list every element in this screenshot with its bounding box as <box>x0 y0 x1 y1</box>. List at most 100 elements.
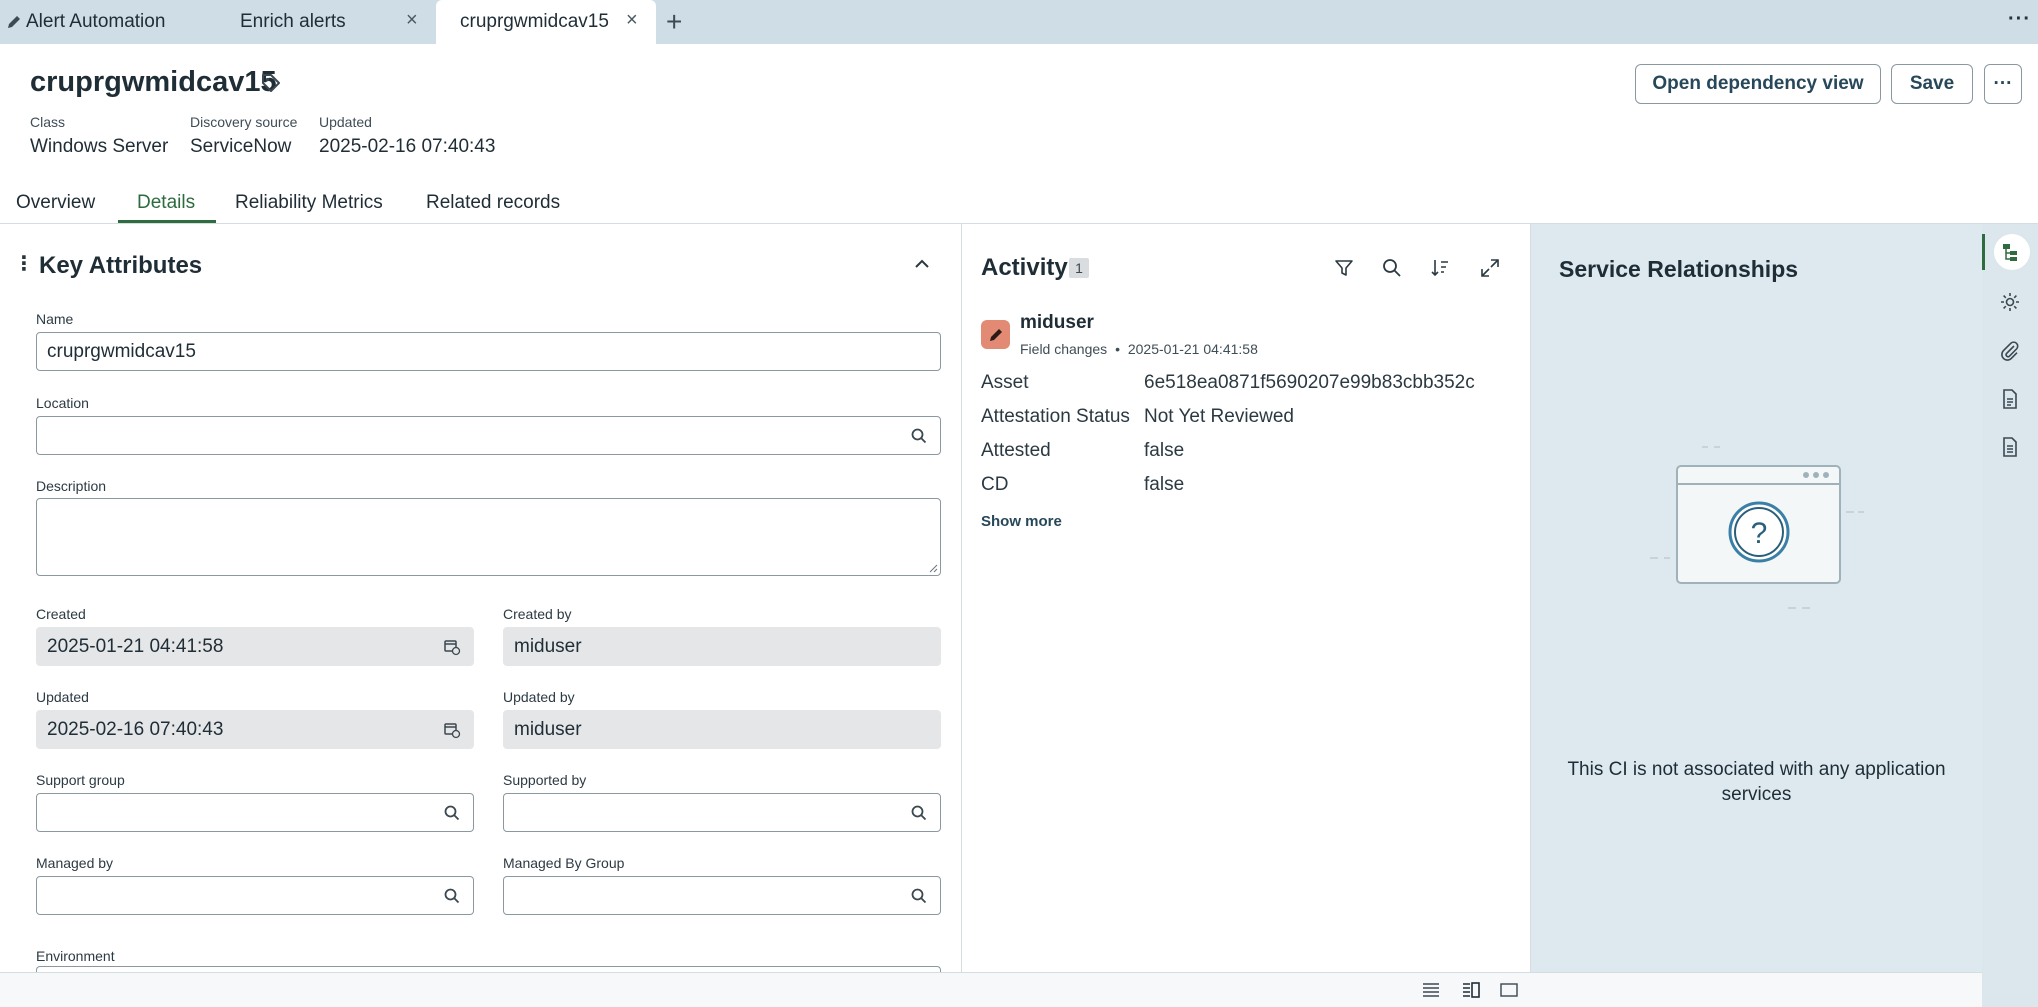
separator: • <box>1115 341 1120 357</box>
tab-label: Alert Automation <box>26 11 166 32</box>
updated-by-field: miduser <box>503 710 941 749</box>
tag-icon[interactable] <box>260 72 282 94</box>
close-icon[interactable]: × <box>406 9 418 32</box>
gear-icon[interactable] <box>1998 290 2022 314</box>
list-view-icon[interactable] <box>1421 982 1441 998</box>
location-field[interactable] <box>36 416 941 455</box>
question-mark-icon: ? <box>1751 517 1768 550</box>
hierarchy-icon[interactable] <box>1998 240 2022 264</box>
managed-by-label: Managed by <box>36 855 114 871</box>
footer-bar <box>0 972 1982 1007</box>
active-rail-indicator <box>1982 234 1985 270</box>
support-group-field[interactable] <box>36 793 474 832</box>
key-attributes-title: Key Attributes <box>39 252 203 279</box>
created-label: Created <box>36 606 86 622</box>
managed-by-group-field[interactable] <box>503 876 941 915</box>
empty-state-message: This CI is not associated with any appli… <box>1567 759 1946 805</box>
search-icon[interactable] <box>443 887 461 905</box>
updated-label: Updated <box>36 689 89 705</box>
tab-reliability-metrics[interactable]: Reliability Metrics <box>235 192 383 214</box>
tab-related-records[interactable]: Related records <box>426 192 560 214</box>
created-by-label: Created by <box>503 606 572 622</box>
service-relationships-title: Service Relationships <box>1559 256 1799 282</box>
record-title: cruprgwmidcav15 <box>30 66 277 98</box>
updated-field: 2025-02-16 07:40:43 <box>36 710 474 749</box>
activity-field-value: false <box>1144 440 1185 461</box>
meta-label: Discovery source <box>190 114 298 130</box>
activity-user[interactable]: miduser <box>1020 312 1094 334</box>
tab-menu-button[interactable]: ··· <box>2008 8 2031 31</box>
activity-field-value: false <box>1144 474 1185 495</box>
empty-state-illustration: ? <box>1650 446 1864 609</box>
created-by-field: miduser <box>503 627 941 666</box>
environment-label: Environment <box>36 948 115 964</box>
meta-value: ServiceNow <box>190 136 292 157</box>
location-label: Location <box>36 395 89 411</box>
close-icon[interactable]: × <box>626 9 638 32</box>
tab-overview[interactable]: Overview <box>16 192 95 214</box>
avatar <box>981 320 1010 349</box>
description-label: Description <box>36 478 107 494</box>
chevron-up-icon[interactable] <box>912 254 932 274</box>
created-value: 2025-01-21 04:41:58 <box>47 635 224 657</box>
paperclip-icon[interactable] <box>1998 339 2022 363</box>
more-actions-button[interactable]: ··· <box>1984 64 2022 104</box>
resize-handle-icon[interactable] <box>928 563 938 573</box>
activity-kind: Field changes <box>1020 341 1108 357</box>
save-button[interactable]: Save <box>1891 64 1973 104</box>
calendar-clock-icon[interactable] <box>443 638 461 656</box>
search-icon[interactable] <box>910 804 928 822</box>
activity-field-value: Not Yet Reviewed <box>1144 406 1294 427</box>
support-group-label: Support group <box>36 772 125 788</box>
activity-count-badge: 1 <box>1069 258 1089 278</box>
open-dependency-view-button[interactable]: Open dependency view <box>1635 64 1881 104</box>
meta-updated: Updated 2025-02-16 07:40:43 <box>319 114 495 158</box>
tab-label: Enrich alerts <box>240 11 346 32</box>
description-field[interactable] <box>36 498 941 576</box>
divider <box>961 224 962 972</box>
search-icon[interactable] <box>910 427 928 445</box>
calendar-clock-icon[interactable] <box>443 721 461 739</box>
meta-discovery-source: Discovery source ServiceNow <box>190 114 297 158</box>
search-icon[interactable] <box>1381 257 1403 279</box>
activity-field-key: Asset <box>981 372 1029 393</box>
panel-drag-handle[interactable]: ⋮ <box>14 254 34 274</box>
search-icon[interactable] <box>443 804 461 822</box>
document-icon[interactable] <box>1998 387 2022 411</box>
updated-by-label: Updated by <box>503 689 575 705</box>
name-label: Name <box>36 311 74 327</box>
activity-subtitle: Field changes • 2025-01-21 04:41:58 <box>1020 341 1258 357</box>
expand-icon[interactable] <box>1479 257 1501 279</box>
full-view-icon[interactable] <box>1499 982 1519 998</box>
meta-label: Class <box>30 114 66 130</box>
name-field[interactable]: cruprgwmidcav15 <box>36 332 941 371</box>
meta-value: Windows Server <box>30 136 169 157</box>
tab-details[interactable]: Details <box>137 192 195 214</box>
add-tab-button[interactable]: + <box>666 6 682 38</box>
created-field: 2025-01-21 04:41:58 <box>36 627 474 666</box>
pencil-icon <box>8 16 20 28</box>
sort-icon[interactable] <box>1429 257 1451 279</box>
updated-value: 2025-02-16 07:40:43 <box>47 718 224 740</box>
supported-by-field[interactable] <box>503 793 941 832</box>
meta-value: 2025-02-16 07:40:43 <box>319 136 496 157</box>
activity-field-key: Attested <box>981 440 1051 461</box>
search-icon[interactable] <box>910 887 928 905</box>
show-more-link[interactable]: Show more <box>981 513 1062 530</box>
report-icon[interactable] <box>1998 435 2022 459</box>
managed-by-group-label: Managed By Group <box>503 855 625 871</box>
split-view-icon[interactable] <box>1461 982 1481 998</box>
tab-cruprgwmidcav15[interactable]: cruprgwmidcav15 × <box>436 0 656 44</box>
activity-title: Activity <box>981 254 1068 281</box>
activity-field-key: CD <box>981 474 1009 495</box>
tab-alert-automation[interactable]: Alert Automation <box>6 0 226 44</box>
activity-timestamp: 2025-01-21 04:41:58 <box>1127 341 1258 357</box>
activity-field-value: 6e518ea0871f5690207e99b83cbb352c <box>1144 372 1475 393</box>
filter-icon[interactable] <box>1333 257 1355 279</box>
activity-field-key: Attestation Status <box>981 406 1130 427</box>
meta-label: Updated <box>319 114 372 130</box>
tab-label: cruprgwmidcav15 <box>460 11 609 32</box>
tab-enrich-alerts[interactable]: Enrich alerts × <box>240 0 430 44</box>
managed-by-field[interactable] <box>36 876 474 915</box>
meta-class: Class Windows Server <box>30 114 168 158</box>
